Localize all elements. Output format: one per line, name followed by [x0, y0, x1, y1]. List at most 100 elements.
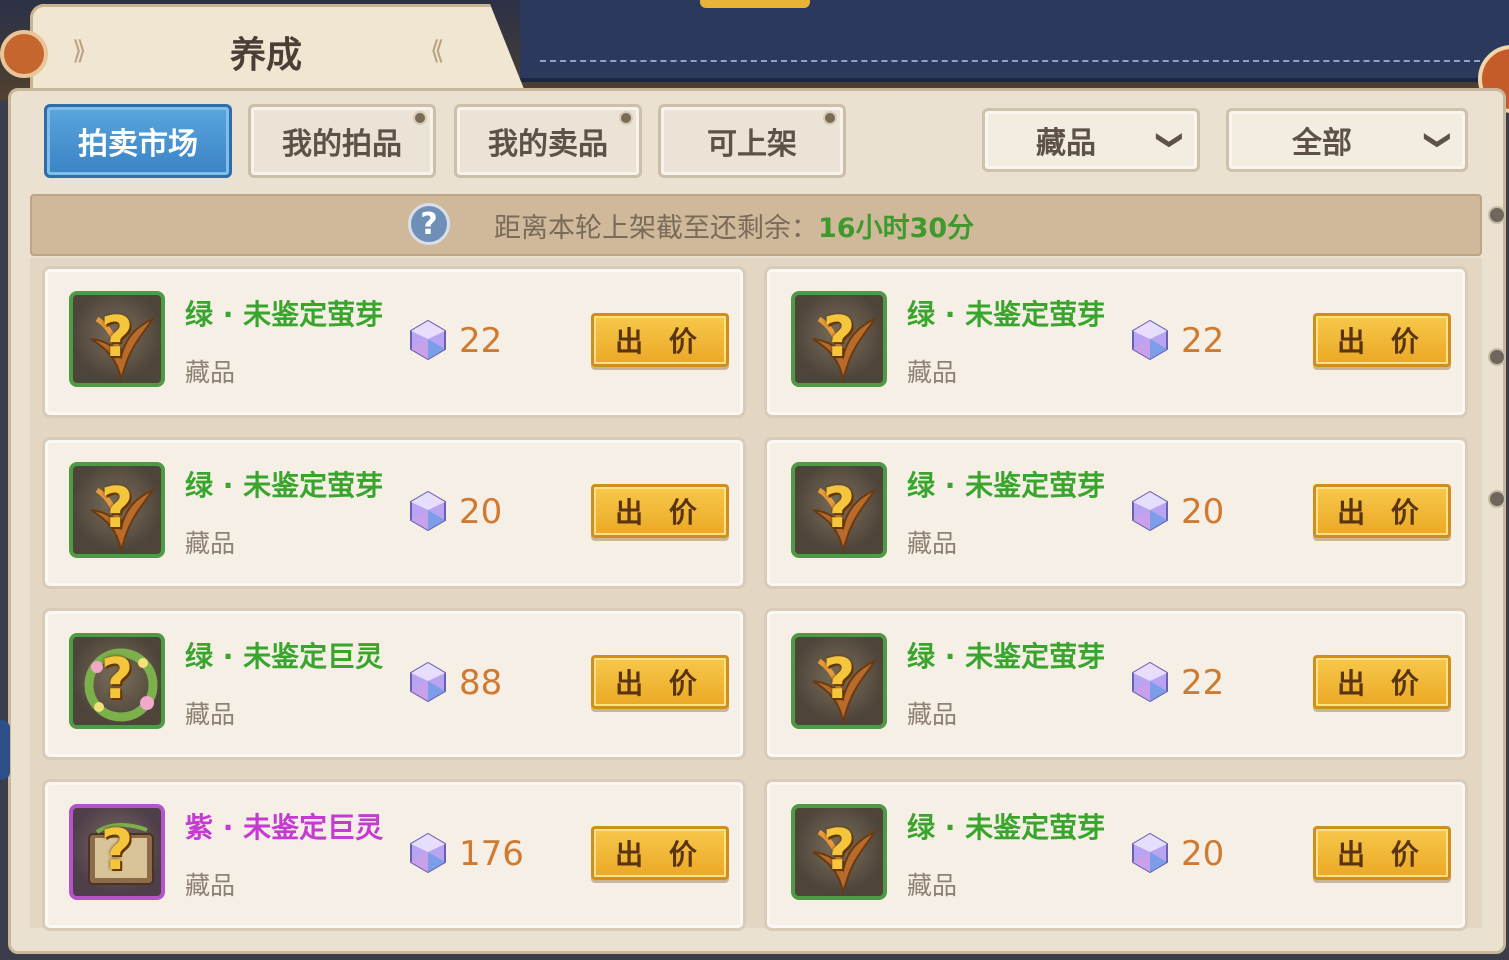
unidentified-question-icon: ?: [100, 305, 134, 370]
item-price: 20: [459, 492, 503, 532]
bid-button[interactable]: 出 价: [591, 655, 729, 709]
auction-item-card[interactable]: ? 紫 · 未鉴定巨灵藏品 176 出 价: [42, 779, 746, 931]
sprout-icon[interactable]: ?: [791, 291, 887, 387]
item-type: 藏品: [907, 871, 958, 900]
item-type: 藏品: [185, 871, 236, 900]
item-name: 绿 · 未鉴定萤芽: [185, 469, 384, 502]
arrow-left-deco-icon: ⟪: [430, 36, 445, 66]
sprout-icon[interactable]: ?: [69, 291, 165, 387]
unidentified-question-icon: ?: [822, 647, 856, 712]
sprout-icon[interactable]: ?: [69, 462, 165, 558]
bid-button-label: 出 价: [615, 496, 705, 529]
item-name: 绿 · 未鉴定萤芽: [185, 298, 384, 331]
auction-item-card[interactable]: ? 绿 · 未鉴定巨灵藏品 88 出 价: [42, 608, 746, 760]
item-price: 20: [1181, 492, 1225, 532]
unidentified-question-icon: ?: [100, 476, 134, 541]
tab-dot-icon: [619, 111, 633, 125]
item-name: 绿 · 未鉴定萤芽: [907, 640, 1106, 673]
item-type: 藏品: [185, 358, 236, 387]
chevron-down-icon: ❯: [1423, 129, 1454, 151]
item-price: 20: [1181, 834, 1225, 874]
bid-button[interactable]: 出 价: [1313, 484, 1451, 538]
bid-button[interactable]: 出 价: [591, 826, 729, 880]
diamond-currency-icon: [407, 661, 449, 703]
item-type: 藏品: [185, 529, 236, 558]
auction-item-card[interactable]: ? 绿 · 未鉴定萤芽藏品 22 出 价: [764, 608, 1468, 760]
auction-item-card[interactable]: ? 绿 · 未鉴定萤芽藏品 22 出 价: [42, 266, 746, 418]
tab-label: 我的拍品: [282, 127, 402, 162]
page-title: 养成: [230, 35, 303, 76]
tab-listable[interactable]: 可上架: [658, 104, 846, 178]
sprout-icon[interactable]: ?: [791, 462, 887, 558]
sprout-icon[interactable]: ?: [791, 633, 887, 729]
bid-button-label: 出 价: [1337, 838, 1427, 871]
bid-button-label: 出 价: [615, 667, 705, 700]
item-name: 紫 · 未鉴定巨灵: [185, 811, 384, 844]
bid-button-label: 出 价: [1337, 325, 1427, 358]
item-price: 22: [459, 321, 503, 361]
item-price: 176: [459, 834, 524, 874]
side-knob: [1488, 206, 1506, 224]
bid-button[interactable]: 出 价: [1313, 313, 1451, 367]
tab-label: 我的卖品: [488, 127, 608, 162]
remaining-time-label: 距离本轮上架截至还剩余：: [494, 213, 818, 244]
unidentified-question-icon: ?: [822, 476, 856, 541]
top-rail-tab: [700, 0, 810, 8]
remaining-time-value: 16小时30分: [818, 213, 975, 244]
rail-stitch: [540, 60, 1480, 62]
tab-dot-icon: [413, 111, 427, 125]
category-dropdown-value: 藏品: [1036, 126, 1096, 161]
unidentified-question-icon: ?: [822, 305, 856, 370]
arrow-right-deco-icon: ⟫: [72, 36, 87, 66]
auction-item-card[interactable]: ? 绿 · 未鉴定萤芽藏品 20 出 价: [42, 437, 746, 589]
item-name: 绿 · 未鉴定巨灵: [185, 640, 384, 673]
tab-label: 可上架: [707, 127, 797, 162]
item-type: 藏品: [907, 700, 958, 729]
chevron-down-icon: ❯: [1155, 129, 1186, 151]
side-knob: [1488, 490, 1506, 508]
tab-my-sales[interactable]: 我的卖品: [454, 104, 642, 178]
left-edge-handle: [0, 720, 10, 780]
side-knob: [1488, 348, 1506, 366]
item-type: 藏品: [185, 700, 236, 729]
diamond-currency-icon: [407, 319, 449, 361]
category-dropdown[interactable]: 藏品 ❯: [982, 108, 1200, 172]
bid-button-label: 出 价: [615, 325, 705, 358]
diamond-currency-icon: [1129, 661, 1171, 703]
unidentified-question-icon: ?: [100, 647, 134, 712]
tab-my-bids[interactable]: 我的拍品: [248, 104, 436, 178]
top-rail: [520, 0, 1509, 82]
item-type: 藏品: [907, 358, 958, 387]
item-price: 22: [1181, 663, 1225, 703]
tab-auction-market[interactable]: 拍卖市场: [44, 104, 232, 178]
bid-button[interactable]: 出 价: [1313, 655, 1451, 709]
diamond-currency-icon: [1129, 490, 1171, 532]
range-dropdown-value: 全部: [1292, 126, 1352, 161]
bid-button[interactable]: 出 价: [1313, 826, 1451, 880]
diamond-currency-icon: [407, 832, 449, 874]
item-name: 绿 · 未鉴定萤芽: [907, 811, 1106, 844]
item-name: 绿 · 未鉴定萤芽: [907, 298, 1106, 331]
auction-item-card[interactable]: ? 绿 · 未鉴定萤芽藏品 20 出 价: [764, 437, 1468, 589]
sprout-icon[interactable]: ?: [791, 804, 887, 900]
auction-item-card[interactable]: ? 绿 · 未鉴定萤芽藏品 22 出 价: [764, 266, 1468, 418]
diamond-currency-icon: [1129, 319, 1171, 361]
bid-button[interactable]: 出 价: [591, 484, 729, 538]
bid-button-label: 出 价: [615, 838, 705, 871]
wreath-icon[interactable]: ?: [69, 633, 165, 729]
auction-item-card[interactable]: ? 绿 · 未鉴定萤芽藏品 20 出 价: [764, 779, 1468, 931]
bid-button-label: 出 价: [1337, 667, 1427, 700]
range-dropdown[interactable]: 全部 ❯: [1226, 108, 1468, 172]
tab-label: 拍卖市场: [78, 127, 198, 162]
item-name: 绿 · 未鉴定萤芽: [907, 469, 1106, 502]
item-price: 22: [1181, 321, 1225, 361]
book-icon[interactable]: ?: [69, 804, 165, 900]
bid-button-label: 出 价: [1337, 496, 1427, 529]
item-price: 88: [459, 663, 503, 703]
bid-button[interactable]: 出 价: [591, 313, 729, 367]
pin-decoration: [0, 30, 48, 78]
unidentified-question-icon: ?: [822, 818, 856, 883]
item-type: 藏品: [907, 529, 958, 558]
question-icon[interactable]: ?: [408, 203, 450, 245]
diamond-currency-icon: [407, 490, 449, 532]
